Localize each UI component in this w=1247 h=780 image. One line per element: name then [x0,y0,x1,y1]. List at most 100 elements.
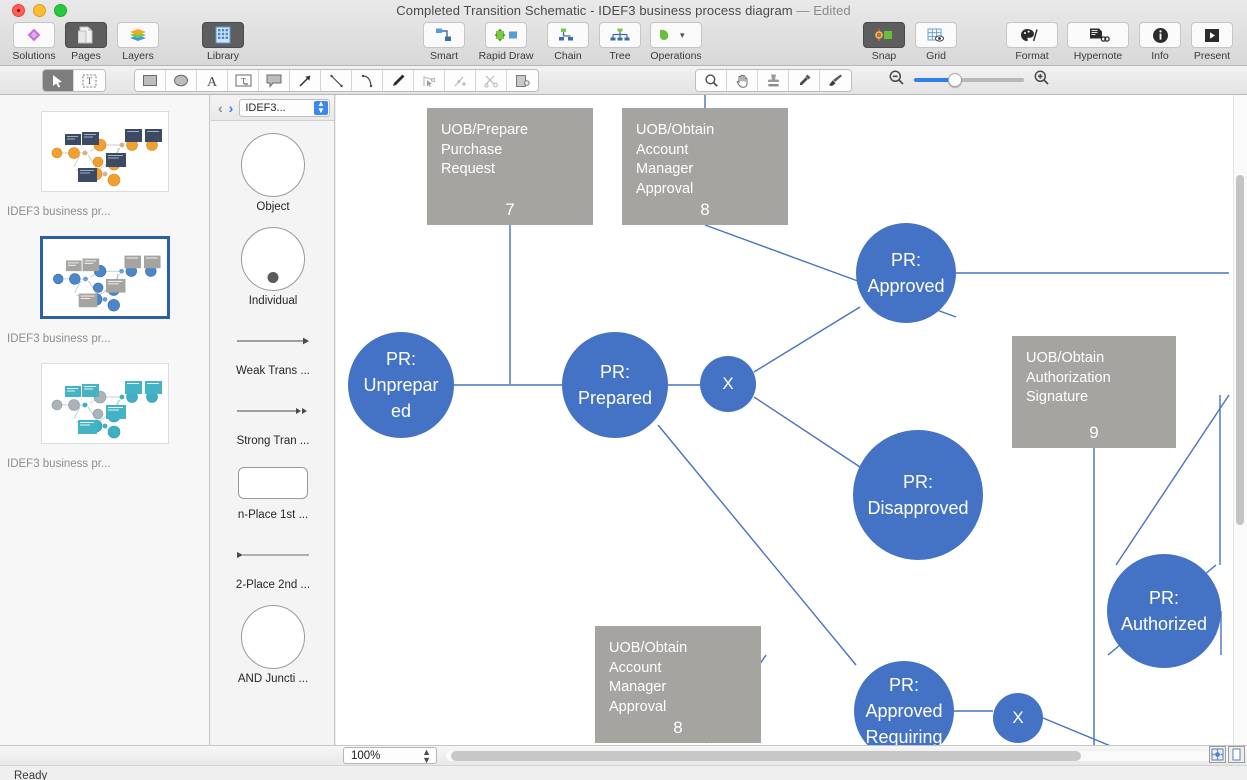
straight-line-icon[interactable] [321,70,352,91]
activity-box[interactable]: UOB/ObtainAccountManagerApproval 8 [595,626,761,743]
library-item-2-place[interactable]: 2-Place 2nd ... [211,535,335,591]
canvas-vertical-scrollbar-track[interactable] [1233,95,1247,745]
page-view-icon[interactable] [1228,746,1245,763]
library-item-object[interactable]: Object [211,133,335,213]
zoom-in-icon[interactable] [1033,69,1050,91]
arrow-pointer-icon[interactable] [43,70,74,91]
canvas-area[interactable]: UOB/PreparePurchaseRequest 7 UOB/ObtainA… [336,95,1247,745]
toolbar-solutions-button[interactable]: Solutions [8,22,60,62]
toolbar-draw-group: Smart Rapid Draw Chain Tree ▾ Operat [418,22,706,62]
chevron-left-icon[interactable]: ‹ [215,100,226,116]
canvas-zoom-control[interactable] [888,69,1050,91]
pen-icon[interactable] [383,70,414,91]
junction-node[interactable]: X [700,356,756,412]
marquee-text-select-icon[interactable]: T [74,70,105,91]
library-panel[interactable]: ‹ › IDEF3... ▲▼ Object Individual Weak T… [211,95,335,745]
state-node[interactable]: PR:Unprepared [348,332,454,438]
library-grid-icon [202,22,244,48]
text-box-icon[interactable]: T [228,70,259,91]
edit-node-icon[interactable] [414,70,445,91]
library-item-strong-transition[interactable]: Strong Tran ... [211,391,335,447]
eyedropper-icon[interactable] [789,70,820,91]
circle-shape-icon [211,605,335,669]
library-header: ‹ › IDEF3... ▲▼ [211,95,334,121]
page-thumbnail-label: IDEF3 business pr... [7,458,210,470]
toolbar-grid-label: Grid [910,50,962,62]
scissors-icon[interactable] [476,70,507,91]
zoom-slider[interactable] [914,78,1024,82]
page-thumbnail-preview[interactable] [41,363,169,444]
page-thumbnail-item[interactable]: IDEF3 business pr... [0,236,210,345]
library-selector[interactable]: IDEF3... ▲▼ [239,99,330,117]
zoom-out-icon[interactable] [888,69,905,91]
toolbar-info-button[interactable]: Info [1134,22,1186,62]
crop-icon[interactable] [507,70,538,91]
zoom-level-field[interactable]: 100% ▲▼ [343,747,437,764]
stepper-icon[interactable]: ▲▼ [422,748,431,764]
state-node[interactable]: PR:ApprovedRequiring [854,661,954,745]
page-thumbnail-preview[interactable] [41,111,169,192]
activity-box[interactable]: UOB/ObtainAccountManagerApproval 8 [622,108,788,225]
stepper-icon[interactable]: ▲▼ [314,101,328,115]
state-node[interactable]: PR:Approved [856,223,956,323]
rounded-rectangle-shape-icon [211,461,335,505]
state-node[interactable]: PR:Prepared [562,332,668,438]
junction-node[interactable]: X [993,693,1043,743]
text-letter-icon[interactable]: A [197,70,228,91]
toolbar-tree-button[interactable]: Tree [594,22,646,62]
page-thumbnail-item[interactable]: IDEF3 business pr... [0,111,210,218]
layers-icon [117,22,159,48]
state-node-label: PR:Authorized [1121,585,1207,637]
canvas-vertical-scrollbar-thumb[interactable] [1236,175,1244,525]
info-icon [1139,22,1181,48]
library-item-n-place[interactable]: n-Place 1st ... [211,461,335,521]
toolbar-rapid-draw-button[interactable]: Rapid Draw [470,22,542,62]
grid-eye-icon [915,22,957,48]
toolbar-library-group: Library [197,22,249,62]
canvas-horizontal-scrollbar-track[interactable] [446,751,1232,761]
toolbar-snap-button[interactable]: Snap [858,22,910,62]
activity-box[interactable]: UOB/PreparePurchaseRequest 7 [427,108,593,225]
toolbar-operations-button[interactable]: ▾ Operations [646,22,706,62]
library-item-weak-transition[interactable]: Weak Trans ... [211,321,335,377]
status-bar: Ready [0,765,1247,780]
curve-line-icon[interactable] [352,70,383,91]
ellipse-icon[interactable] [166,70,197,91]
rectangle-icon[interactable] [135,70,166,91]
pages-panel[interactable]: IDEF3 business pr... [0,95,210,745]
callout-icon[interactable] [259,70,290,91]
toolbar-present-button[interactable]: Present [1186,22,1238,62]
magnifier-icon[interactable] [696,70,727,91]
library-item-and-junction[interactable]: AND Juncti ... [211,605,335,685]
toolbar-layers-button[interactable]: Layers [112,22,164,62]
paintbrush-icon[interactable] [820,70,851,91]
state-node-label: PR:Prepared [578,359,652,411]
tree-icon [599,22,641,48]
diagram-canvas[interactable]: UOB/PreparePurchaseRequest 7 UOB/ObtainA… [336,95,1229,745]
hand-icon[interactable] [727,70,758,91]
toolbar-hypernote-button[interactable]: Hypernote [1062,22,1134,62]
toolbar-smart-button[interactable]: Smart [418,22,470,62]
page-thumbnail-preview[interactable] [40,236,170,319]
activity-box-number: 9 [1012,423,1176,443]
zoom-slider-knob[interactable] [948,73,962,87]
state-node[interactable]: PR:Authorized [1107,554,1221,668]
toolbar-layers-label: Layers [112,50,164,62]
view-tool-group [695,69,852,92]
chevron-right-icon[interactable]: › [226,100,237,116]
canvas-horizontal-scrollbar-thumb[interactable] [451,751,1081,761]
toolbar-library-button[interactable]: Library [197,22,249,62]
library-item-individual[interactable]: Individual [211,227,335,307]
activity-box[interactable]: UOB/ObtainAuthorizationSignature 9 [1012,336,1176,448]
activity-box-text: UOB/ObtainAccountManagerApproval [595,626,761,717]
arrow-line-icon[interactable] [290,70,321,91]
stamp-icon[interactable] [758,70,789,91]
page-thumbnail-item[interactable]: IDEF3 business pr... [0,363,210,470]
add-node-icon[interactable] [445,70,476,91]
state-node[interactable]: PR:Disapproved [853,430,983,560]
toolbar-grid-button[interactable]: Grid [910,22,962,62]
toolbar-chain-button[interactable]: Chain [542,22,594,62]
fit-page-icon[interactable] [1209,746,1226,763]
toolbar-pages-button[interactable]: Pages [60,22,112,62]
toolbar-format-button[interactable]: Format [1002,22,1062,62]
